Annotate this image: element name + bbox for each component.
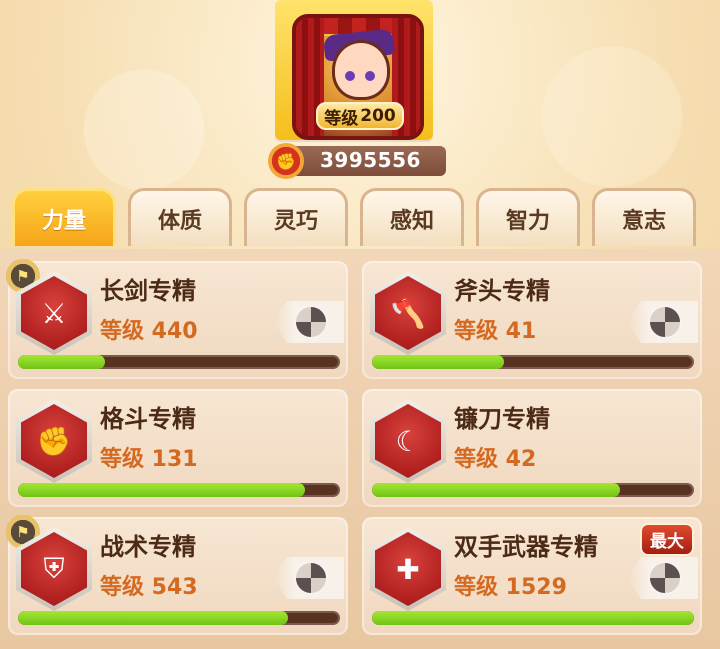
swirl-icon[interactable] xyxy=(274,557,344,599)
progress-fill xyxy=(372,611,694,625)
character-face xyxy=(332,40,390,100)
level-label: 等级 xyxy=(324,108,359,129)
skill-card-scythe[interactable]: ☾ 镰刀专精 等级 42 xyxy=(362,389,702,507)
skill-card-fighting[interactable]: ✊ 格斗专精 等级 131 xyxy=(8,389,348,507)
scythe-icon: ☾ xyxy=(375,404,441,478)
skill-progress xyxy=(18,483,340,497)
skill-level: 等级 41 xyxy=(454,319,537,344)
level-value: 200 xyxy=(360,106,396,126)
portrait-frame: 等级 200 xyxy=(292,14,424,140)
skill-level: 等级 543 xyxy=(100,575,198,600)
skill-card-two-handed[interactable]: ✚ 双手武器专精 等级 1529 最大 xyxy=(362,517,702,635)
skill-card-longsword[interactable]: ⚑ ⚔ 长剑专精 等级 440 xyxy=(6,259,348,379)
two-handed-weapon-icon: ✚ xyxy=(375,532,441,606)
skill-name: 长剑专精 xyxy=(100,277,196,305)
max-badge: 最大 xyxy=(640,523,694,556)
skill-hex: ✚ xyxy=(370,527,446,611)
progress-fill xyxy=(18,483,305,497)
tab-constitution[interactable]: 体质 xyxy=(128,188,232,246)
skills-panel: ⚑ ⚔ 长剑专精 等级 440 🪓 斧头专精 等级 41 ✊ 格斗专精 等级 1… xyxy=(0,249,720,649)
sword-icon: ⚔ xyxy=(21,276,87,350)
skill-level: 等级 42 xyxy=(454,447,537,472)
axe-icon: 🪓 xyxy=(375,276,441,350)
skill-hex: ✊ xyxy=(16,399,92,483)
skill-progress xyxy=(372,611,694,625)
tactics-icon: ⛨ xyxy=(21,532,87,606)
skill-level: 等级 131 xyxy=(100,447,198,472)
skill-card-axe[interactable]: 🪓 斧头专精 等级 41 xyxy=(362,261,702,379)
attribute-tabs: 力量 体质 灵巧 感知 智力 意志 xyxy=(12,188,712,250)
tab-dexterity[interactable]: 灵巧 xyxy=(244,188,348,246)
character-eye-right xyxy=(365,71,375,81)
skill-name: 格斗专精 xyxy=(100,405,196,433)
tab-perception[interactable]: 感知 xyxy=(360,188,464,246)
skill-level: 等级 440 xyxy=(100,319,198,344)
skill-level: 等级 1529 xyxy=(454,575,567,600)
power-fist-icon: ✊ xyxy=(268,143,304,179)
character-portrait[interactable]: 等级 200 xyxy=(275,0,433,140)
swirl-icon[interactable] xyxy=(274,301,344,343)
skill-hex: 🪓 xyxy=(370,271,446,355)
progress-fill xyxy=(18,611,289,625)
fist-icon: ✊ xyxy=(21,404,87,478)
skill-name: 战术专精 xyxy=(100,533,196,561)
skill-card-tactics[interactable]: ⚑ ⛨ 战术专精 等级 543 xyxy=(6,515,348,635)
swirl-icon[interactable] xyxy=(628,557,698,599)
swirl-icon[interactable] xyxy=(628,301,698,343)
power-value: 3995556 xyxy=(320,148,421,172)
skill-progress xyxy=(18,611,340,625)
skill-name: 斧头专精 xyxy=(454,277,550,305)
skill-progress xyxy=(372,355,694,369)
progress-fill xyxy=(18,355,105,369)
character-eye-left xyxy=(345,71,355,81)
tab-willpower[interactable]: 意志 xyxy=(592,188,696,246)
skill-name: 双手武器专精 xyxy=(454,533,598,561)
progress-fill xyxy=(372,355,505,369)
tab-intelligence[interactable]: 智力 xyxy=(476,188,580,246)
skill-name: 镰刀专精 xyxy=(454,405,550,433)
skill-progress xyxy=(18,355,340,369)
progress-fill xyxy=(372,483,620,497)
skill-progress xyxy=(372,483,694,497)
tab-strength[interactable]: 力量 xyxy=(12,188,116,246)
skill-hex: ☾ xyxy=(370,399,446,483)
level-badge: 等级 200 xyxy=(316,102,404,130)
